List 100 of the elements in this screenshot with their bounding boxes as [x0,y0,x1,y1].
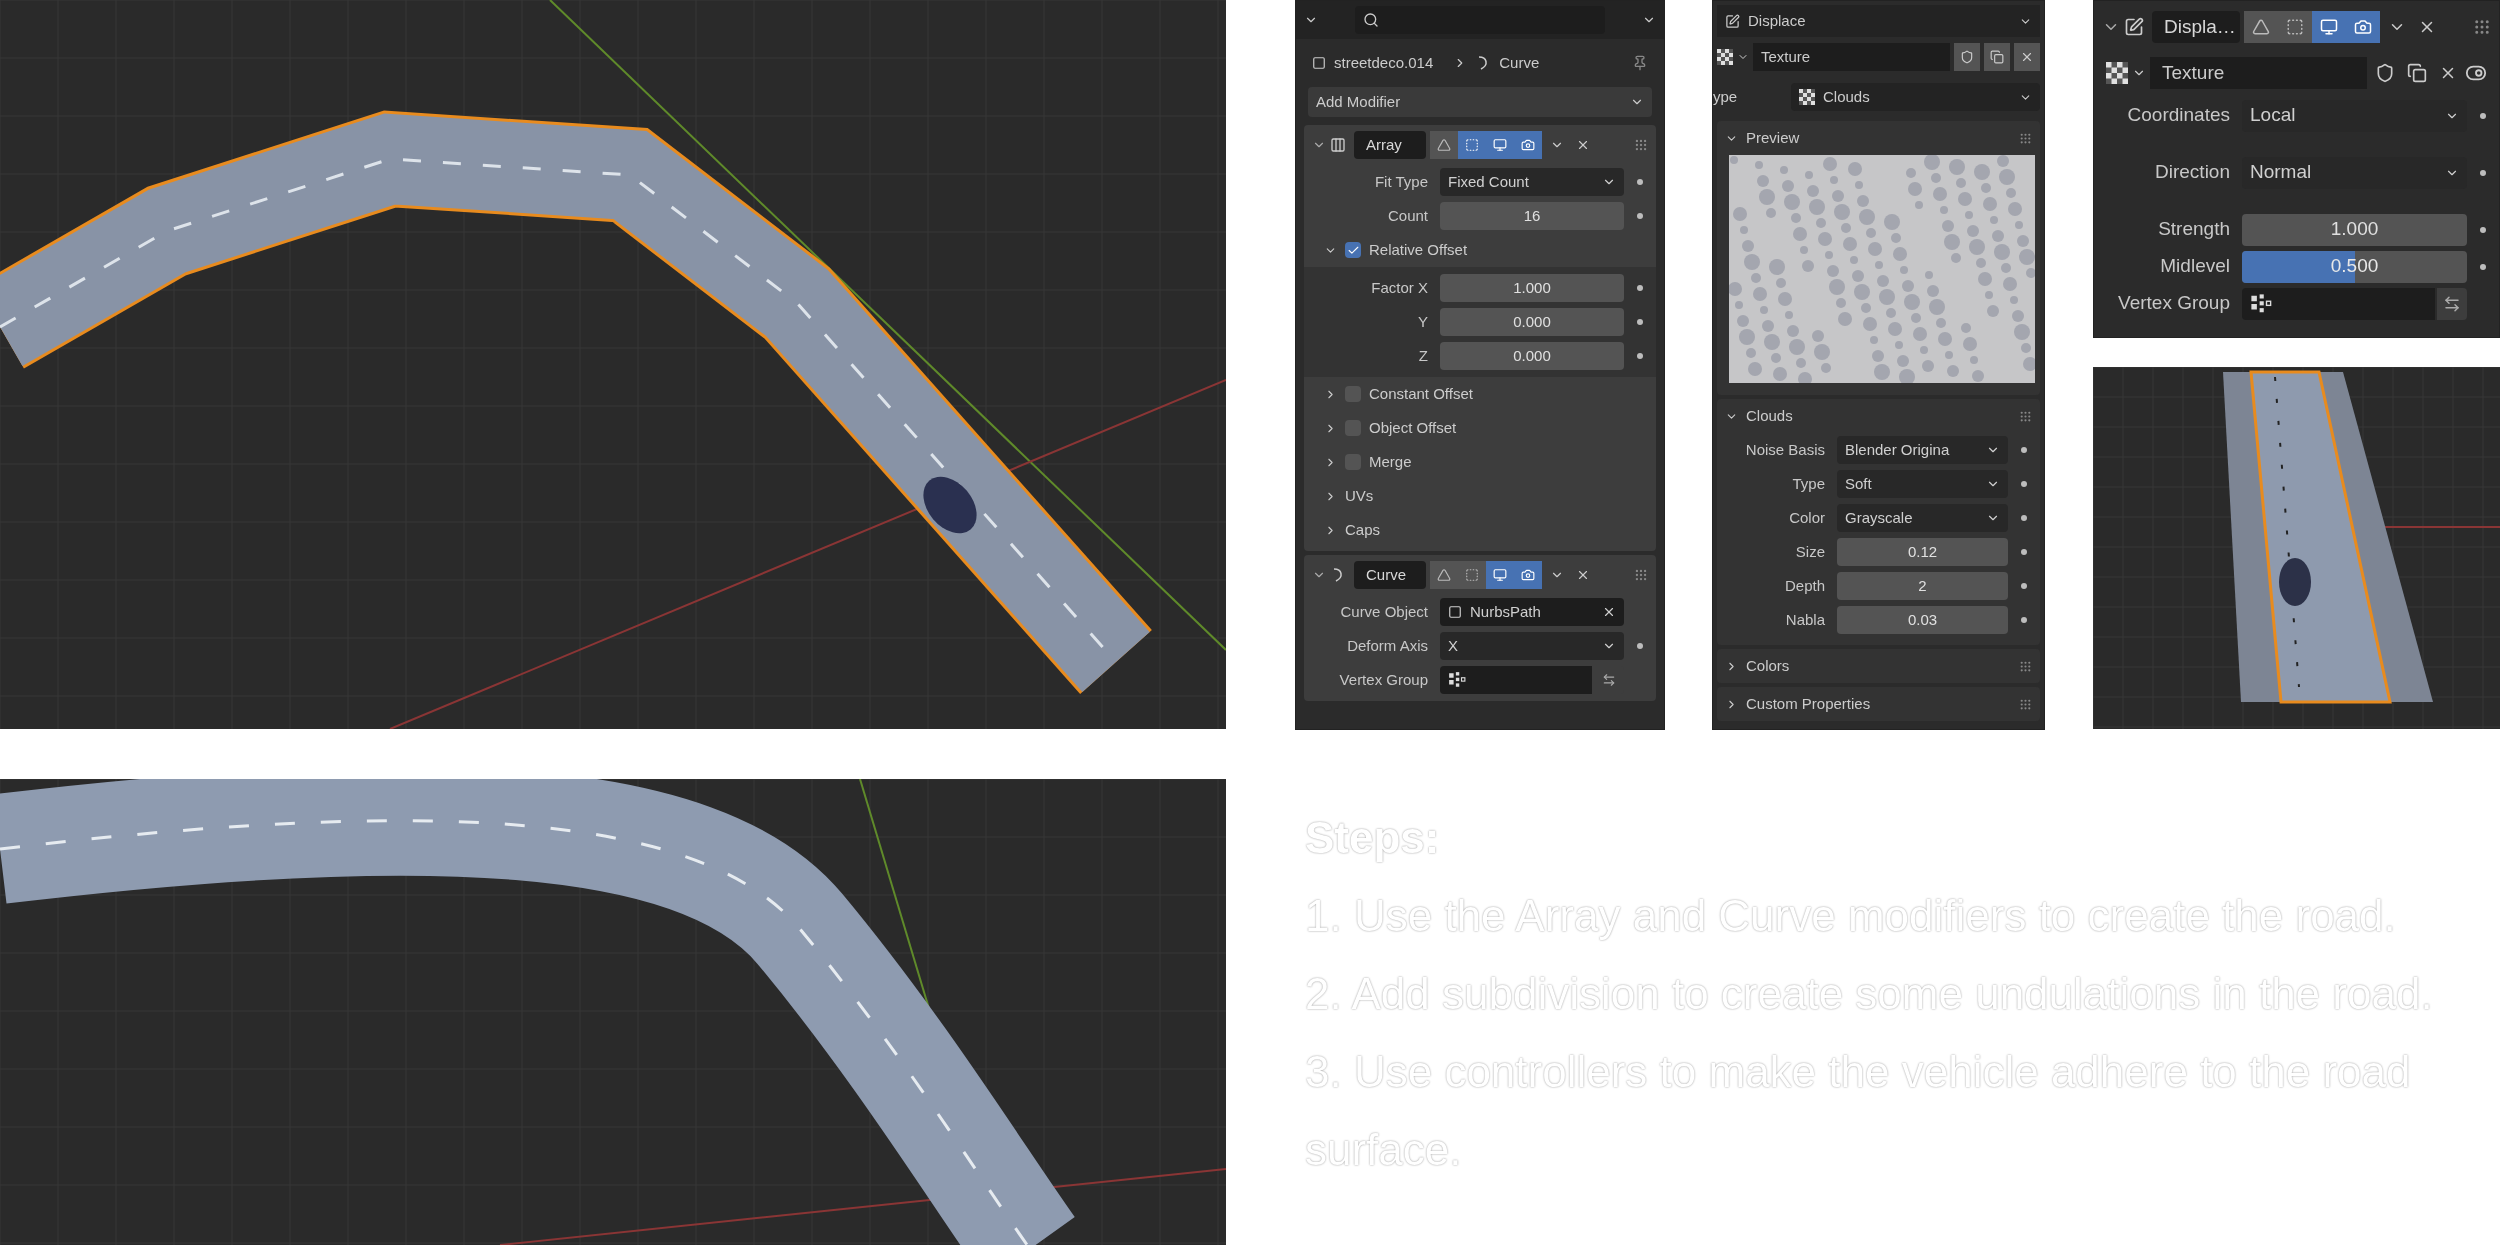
toggle-button[interactable] [2278,11,2312,43]
section-title[interactable]: Custom Properties [1746,692,1871,716]
field-label: Y [1417,311,1429,332]
grip-icon[interactable] [1634,568,1648,582]
vertex-group-field[interactable] [2242,287,2435,320]
subpanel-title[interactable]: Constant Offset [1369,382,1473,406]
dropdown-field[interactable]: Clouds [1791,83,2040,111]
toggle-button[interactable] [1458,561,1486,589]
dropdown-field[interactable]: Local [2242,99,2467,132]
toggle-button[interactable] [1514,131,1542,159]
dashed-square-icon [2286,18,2304,36]
modifier-name-field[interactable]: Curve [1354,561,1426,589]
unlink-button[interactable] [2014,43,2040,71]
search-field[interactable] [1355,6,1605,34]
grip-icon[interactable] [2019,697,2032,711]
vertex-group-field[interactable] [1440,666,1592,694]
dropdown-field[interactable]: X [1440,632,1624,660]
subpanel-title[interactable]: UVs [1345,484,1374,508]
modifier-name-field[interactable]: Array [1354,131,1426,159]
field-label: Deform Axis [1346,635,1429,656]
toggle-button[interactable] [1458,131,1486,159]
monitor-icon [1493,568,1507,582]
triangle-icon [1437,568,1451,582]
field-label: Color [1788,507,1826,528]
toggle-button[interactable] [1514,561,1542,589]
dropdown-field[interactable]: Blender Origina [1837,436,2008,464]
toggle-button[interactable] [1430,561,1458,589]
subpanel-title[interactable]: Caps [1345,518,1381,542]
subpanel-title[interactable]: Relative Offset [1369,238,1468,262]
close-icon [2020,50,2034,64]
grip-icon[interactable] [1634,138,1648,152]
number-field[interactable]: 16 [1440,202,1624,230]
field-label: Fit Type [1373,171,1429,192]
field-label: Vertex Group [1338,669,1429,690]
invert-button[interactable] [2437,287,2467,320]
pen-square-icon [1725,13,1740,29]
subpanel-title[interactable]: Merge [1369,450,1412,474]
dropdown-field[interactable]: Normal [2242,156,2467,189]
dropdown-field[interactable]: Soft [1837,470,2008,498]
monitor-icon [1493,138,1507,152]
triangle-icon [1437,138,1451,152]
double-arrow-icon [1602,673,1616,687]
breadcrumb-item[interactable]: Curve [1499,51,1540,75]
field-label: Count [1386,205,1429,226]
field-label: Direction [2154,160,2231,185]
add-modifier-dropdown[interactable]: Add Modifier [1308,87,1652,117]
grip-icon[interactable] [2473,18,2491,36]
modifier-name-field[interactable]: Displa… [2152,11,2240,43]
close-icon[interactable] [1576,568,1590,582]
modifier-select-dropdown[interactable]: Displace [1717,5,2040,37]
fake-user-button[interactable] [1954,43,1980,71]
duplicate-button[interactable] [1984,43,2010,71]
grip-icon[interactable] [2019,409,2032,423]
texture-name-field[interactable]: Texture [2150,57,2367,89]
search-icon [1363,12,1379,28]
toggle-button[interactable] [1486,561,1514,589]
field-label: ype [1713,86,1739,107]
toggle-button[interactable] [2244,11,2278,43]
field-label: Z [1417,345,1429,366]
number-field[interactable]: 1.000 [1440,274,1624,302]
number-field[interactable]: 0.000 [1440,342,1624,370]
texture-name-field[interactable]: Texture [1753,43,1950,71]
field-label: Noise Basis [1744,439,1826,460]
field-label: Curve Object [1339,601,1429,622]
vertex-group-icon [2250,292,2272,315]
clear-icon[interactable] [1602,605,1616,619]
monitor-icon [2320,18,2338,36]
triangle-icon [2252,18,2270,36]
dropdown-field[interactable]: Grayscale [1837,504,2008,532]
toggle-button[interactable] [2312,11,2346,43]
breadcrumb-item[interactable]: streetdeco.014 [1334,51,1434,75]
double-arrow-icon [2443,294,2461,313]
dashed-square-icon [1465,138,1479,152]
number-field[interactable]: 2 [1837,572,2008,600]
grip-icon[interactable] [2019,659,2032,673]
grip-icon[interactable] [2019,131,2032,145]
number-field[interactable]: 0.000 [1440,308,1624,336]
checker-icon [1799,89,1815,105]
section-title[interactable]: Colors [1746,654,1790,678]
shield-icon[interactable] [2375,63,2395,83]
pin-icon[interactable] [1632,55,1648,71]
vertex-group-icon [1448,671,1466,689]
subpanel-title[interactable]: Object Offset [1369,416,1457,440]
section-title[interactable]: Preview [1746,126,1800,150]
copy-icon[interactable] [2407,63,2427,83]
shield-icon [1960,50,1974,64]
toggle-button[interactable] [2346,11,2380,43]
number-field[interactable]: 0.12 [1837,538,2008,566]
camera-icon [1521,568,1535,582]
close-icon[interactable] [1576,138,1590,152]
copy-icon [1990,50,2004,64]
section-title[interactable]: Clouds [1746,404,1793,428]
object-field[interactable]: NurbsPath [1440,598,1624,626]
dropdown-field[interactable]: Fixed Count [1440,168,1624,196]
columns-icon [1330,137,1346,153]
toggle-button[interactable] [1430,131,1458,159]
number-field[interactable]: 0.03 [1837,606,2008,634]
object-icon [1448,605,1462,619]
number-field[interactable]: 1.000 [2242,213,2467,246]
checkbox[interactable] [1345,242,1361,258]
